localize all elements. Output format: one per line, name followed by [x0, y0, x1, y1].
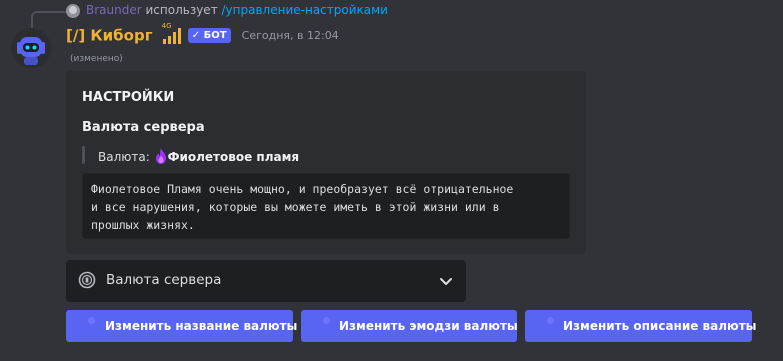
currency-name: Фиолетовое пламя — [167, 150, 300, 164]
button-label: Изменить эмодзи валюты — [339, 319, 518, 333]
robot-avatar-icon — [11, 28, 51, 68]
bot-avatar[interactable] — [11, 28, 51, 68]
reply-avatar[interactable] — [66, 4, 80, 18]
change-description-button[interactable]: Изменить описание валюты — [525, 310, 757, 342]
code-line: прошлых жизнях. — [91, 218, 195, 232]
message-timestamp: Сегодня, в 12:04 — [241, 29, 339, 42]
currency-select-menu[interactable]: Валюта сервера — [66, 260, 466, 302]
currency-description-codeblock: Фиолетовое Пламя очень мощно, и преобраз… — [82, 173, 570, 239]
signal-icon: 4G — [161, 22, 181, 46]
currency-quote: Валюта: Фиолетовое пламя — [98, 148, 299, 164]
purple-flame-icon — [154, 148, 168, 164]
change-emoji-button[interactable]: Изменить эмодзи валюты — [301, 310, 518, 342]
message-header: [/] Киборг 4G ✓ БОТ Сегодня, в 12:04 — [66, 22, 339, 46]
button-glyph-icon — [323, 317, 330, 324]
button-label: Изменить описание валюты — [563, 319, 757, 333]
code-line: Фиолетовое Пламя очень мощно, и преобраз… — [91, 182, 514, 196]
signal-label: 4G — [161, 21, 172, 30]
reply-preview[interactable]: Braunder использует /управление-настройк… — [86, 3, 388, 17]
reply-connector — [31, 11, 66, 29]
bot-badge: ✓ БОТ — [187, 28, 231, 43]
button-glyph-icon — [88, 317, 95, 324]
blockquote-bar — [82, 146, 85, 164]
reply-uses-text: использует — [145, 3, 218, 17]
embed-field-name: Валюта сервера — [82, 120, 205, 135]
coin-icon — [78, 271, 96, 289]
code-line: и все нарушения, которые вы можете иметь… — [91, 200, 500, 214]
chevron-down-icon[interactable] — [438, 273, 454, 289]
edited-label: (изменено) — [70, 54, 123, 64]
select-selected-value: Валюта сервера — [106, 272, 222, 288]
reply-username[interactable]: Braunder — [86, 3, 142, 17]
reply-command-link[interactable]: /управление-настройками — [222, 3, 388, 17]
currency-prefix: Валюта: — [98, 150, 150, 164]
rename-currency-button[interactable]: Изменить название валюты — [66, 310, 297, 342]
embed-title: НАСТРОЙКИ — [82, 90, 175, 105]
button-glyph-icon — [547, 317, 554, 324]
button-label: Изменить название валюты — [105, 319, 298, 333]
settings-embed: НАСТРОЙКИ Валюта сервера Валюта: Фиолето… — [66, 71, 586, 254]
author-name[interactable]: [/] Киборг — [66, 27, 153, 45]
